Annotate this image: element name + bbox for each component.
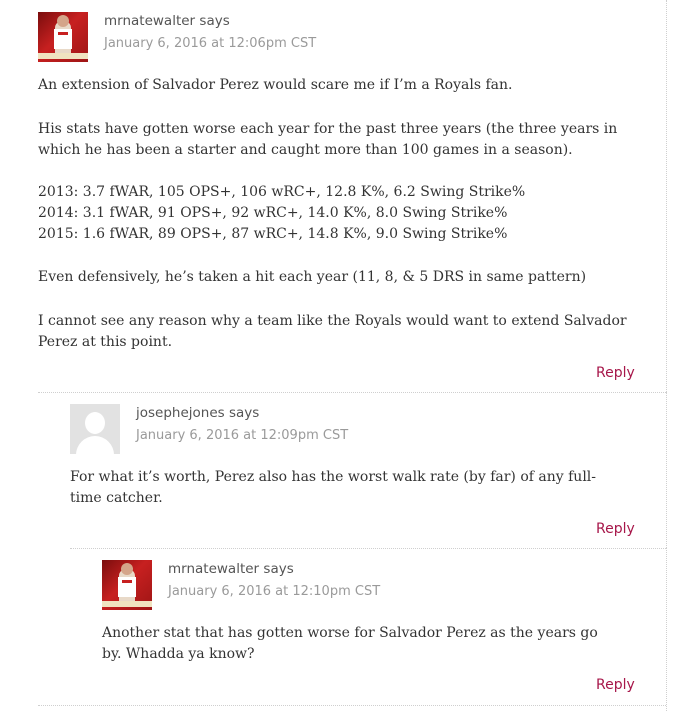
comment-date[interactable]: January 6, 2016 at 12:10pm CST — [168, 584, 380, 599]
comment-date[interactable]: January 6, 2016 at 12:06pm CST — [104, 36, 316, 51]
comment-author: mrnatewalter says — [104, 13, 230, 29]
reply-link[interactable]: Reply — [596, 521, 635, 537]
avatar[interactable] — [38, 12, 88, 62]
comment: josephejones says January 6, 2016 at 12:… — [0, 392, 673, 548]
author-name[interactable]: mrnatewalter — [168, 561, 259, 577]
comment-paragraph: 2013: 3.7 fWAR, 105 OPS+, 106 wRC+, 12.8… — [38, 184, 526, 200]
comment: mrnatewalter says January 6, 2016 at 12:… — [0, 548, 673, 711]
comment-paragraph: Even defensively, he’s taken a hit each … — [38, 269, 587, 285]
comment-paragraph: 2014: 3.1 fWAR, 91 OPS+, 92 wRC+, 14.0 K… — [38, 205, 508, 221]
comment-author: josephejones says — [136, 405, 259, 421]
says-label: says — [199, 13, 230, 29]
comment-paragraph: Another stat that has gotten worse for S… — [102, 625, 598, 662]
author-name[interactable]: mrnatewalter — [104, 13, 195, 29]
comment-separator — [38, 705, 666, 706]
comment-date[interactable]: January 6, 2016 at 12:09pm CST — [136, 428, 348, 443]
says-label: says — [263, 561, 294, 577]
reply-link[interactable]: Reply — [596, 365, 635, 381]
says-label: says — [228, 405, 260, 421]
comment-paragraph: An extension of Salvador Perez would sca… — [38, 77, 513, 93]
comment-paragraph: For what it’s worth, Perez also has the … — [70, 469, 597, 506]
avatar[interactable] — [102, 560, 152, 610]
comment-paragraph: I cannot see any reason why a team like … — [38, 313, 627, 350]
author-name[interactable]: josephejones — [136, 405, 225, 421]
default-user-avatar-icon — [85, 412, 105, 434]
avatar[interactable] — [70, 404, 120, 454]
comment-paragraph: 2015: 1.6 fWAR, 89 OPS+, 87 wRC+, 14.8 K… — [38, 226, 508, 242]
comment: mrnatewalter says January 6, 2016 at 12:… — [0, 0, 673, 392]
comment-author: mrnatewalter says — [168, 561, 294, 577]
comment-paragraph: His stats have gotten worse each year fo… — [38, 121, 618, 158]
reply-link[interactable]: Reply — [596, 677, 635, 693]
